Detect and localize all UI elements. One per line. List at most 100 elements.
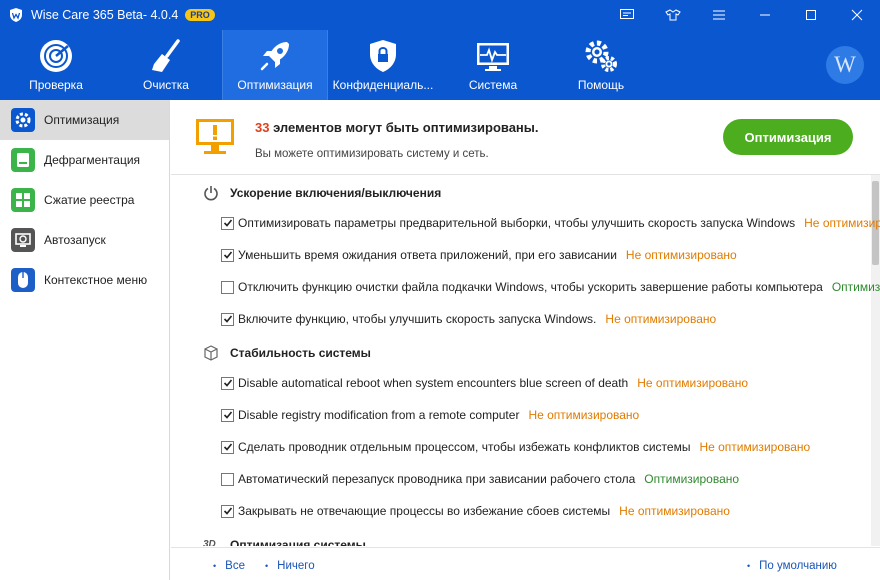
startup-icon <box>11 228 35 252</box>
option-status: Не оптимизировано <box>528 408 640 422</box>
sidebar-item-defrag[interactable]: Дефрагментация <box>0 140 169 180</box>
option-label: Оптимизировать параметры предварительной… <box>238 216 796 230</box>
sidebar-item-label: Оптимизация <box>44 113 120 127</box>
feedback-icon[interactable] <box>604 0 650 30</box>
option-row[interactable]: Включите функцию, чтобы улучшить скорост… <box>221 312 716 326</box>
gears-icon <box>582 37 620 75</box>
section-title: Оптимизация системы <box>230 538 366 546</box>
checkbox-checked[interactable] <box>221 408 234 422</box>
section-title: Ускорение включения/выключения <box>230 186 442 200</box>
pro-badge: PRO <box>185 9 215 21</box>
shield-icon <box>364 37 402 75</box>
nav-check[interactable]: Проверка <box>3 30 109 100</box>
option-label: Отключить функцию очистки файла подкачки… <box>238 280 823 294</box>
cube-icon <box>203 345 219 361</box>
select-all-link[interactable]: • Все <box>213 560 245 572</box>
nav-label: Система <box>468 78 518 92</box>
section-title: Стабильность системы <box>230 346 371 360</box>
option-label: Автоматический перезапуск проводника при… <box>238 472 636 486</box>
checkbox-checked[interactable] <box>221 440 234 454</box>
optimize-button[interactable]: Оптимизация <box>723 119 853 155</box>
sidebar-item-optimization[interactable]: Оптимизация <box>0 100 169 140</box>
nav-privacy[interactable]: Конфиденциаль... <box>330 30 436 100</box>
option-status: Не оптимизировано <box>637 376 748 390</box>
checkbox-checked[interactable] <box>221 504 234 518</box>
option-status: Не оптимизировано <box>804 216 880 230</box>
main-content: 33 элементов могут быть оптимизированы. … <box>171 100 880 580</box>
menu-icon[interactable] <box>696 0 742 30</box>
warning-monitor-icon <box>196 119 234 154</box>
gear-icon <box>11 108 35 132</box>
option-row[interactable]: Автоматический перезапуск проводника при… <box>221 472 739 486</box>
option-label: Disable registry modification from a rem… <box>238 408 520 422</box>
nav-label: Конфиденциаль... <box>332 78 434 92</box>
sidebar-item-label: Сжатие реестра <box>44 193 135 207</box>
sidebar-item-label: Контекстное меню <box>44 273 148 287</box>
app-logo-icon <box>10 8 22 22</box>
option-row[interactable]: Disable registry modification from a rem… <box>221 408 639 422</box>
sidebar: Оптимизация Дефрагментация Сжатие реестр… <box>0 100 170 580</box>
registry-icon <box>11 188 35 212</box>
sidebar-item-startup[interactable]: Автозапуск <box>0 220 169 260</box>
nav-cleaner[interactable]: Очистка <box>113 30 219 100</box>
nav-label: Проверка <box>29 78 83 92</box>
sidebar-item-registry[interactable]: Сжатие реестра <box>0 180 169 220</box>
select-all-label: Все <box>225 560 245 572</box>
optimization-list: Ускорение включения/выключения Оптимизиро… <box>171 174 880 546</box>
summary-header: 33 элементов могут быть оптимизированы. … <box>171 100 880 174</box>
checkbox-unchecked[interactable] <box>221 472 234 486</box>
option-status: Не оптимизировано <box>619 504 730 518</box>
subline: Вы можете оптимизировать систему и сеть. <box>255 148 489 160</box>
scrollbar[interactable] <box>871 175 880 546</box>
maximize-icon[interactable] <box>788 0 834 30</box>
sidebar-item-label: Автозапуск <box>44 233 106 247</box>
minimize-icon[interactable] <box>742 0 788 30</box>
nav-label: Помощь <box>577 78 625 92</box>
close-icon[interactable] <box>834 0 880 30</box>
3d-icon: 3D <box>203 537 219 546</box>
disk-icon <box>11 148 35 172</box>
mouse-icon <box>11 268 35 292</box>
default-label: По умолчанию <box>759 560 837 572</box>
title-bar: Wise Care 365 Beta- 4.0.4 PRO <box>0 0 880 30</box>
issue-count: 33 <box>255 120 270 135</box>
checkbox-unchecked[interactable] <box>221 280 234 294</box>
option-row[interactable]: Закрывать не отвечающие процессы во избе… <box>221 504 730 518</box>
option-row[interactable]: Отключить функцию очистки файла подкачки… <box>221 280 880 294</box>
option-status: Не оптимизировано <box>625 248 737 262</box>
select-none-link[interactable]: • Ничего <box>265 560 315 572</box>
option-row[interactable]: Уменьшить время ожидания ответа приложен… <box>221 248 737 262</box>
power-icon <box>203 185 219 201</box>
nav-label: Оптимизация <box>237 78 313 92</box>
option-label: Disable automatical reboot when system e… <box>238 376 629 390</box>
option-status: Не оптимизировано <box>699 440 811 454</box>
broom-icon <box>147 37 185 75</box>
skin-icon[interactable] <box>650 0 696 30</box>
checkbox-checked[interactable] <box>221 216 234 230</box>
nav-label: Очистка <box>143 78 189 92</box>
top-navigation: Проверка Очистка Оптимизация Конфиденциа… <box>0 30 880 100</box>
option-status: Оптимизиро... <box>831 280 880 294</box>
option-status: Оптимизировано <box>644 472 740 486</box>
headline-text: элементов могут быть оптимизированы. <box>269 120 539 135</box>
monitor-pulse-icon <box>474 37 512 75</box>
nav-optimizer[interactable]: Оптимизация <box>222 30 328 100</box>
footer: • Все • Ничего • По умолчанию <box>171 547 880 580</box>
checkbox-checked[interactable] <box>221 376 234 390</box>
sidebar-item-context-menu[interactable]: Контекстное меню <box>0 260 169 300</box>
radar-icon <box>37 37 75 75</box>
option-row[interactable]: Disable automatical reboot when system e… <box>221 376 748 390</box>
select-none-label: Ничего <box>277 560 315 572</box>
option-row[interactable]: Оптимизировать параметры предварительной… <box>221 216 880 230</box>
headline: 33 элементов могут быть оптимизированы. <box>255 120 539 135</box>
svg-text:3D: 3D <box>203 539 216 546</box>
user-avatar[interactable]: W <box>826 46 864 84</box>
option-label: Закрывать не отвечающие процессы во избе… <box>238 504 611 518</box>
checkbox-checked[interactable] <box>221 312 234 326</box>
checkbox-checked[interactable] <box>221 248 234 262</box>
nav-help[interactable]: Помощь <box>548 30 654 100</box>
default-link[interactable]: • По умолчанию <box>747 560 837 572</box>
option-label: Сделать проводник отдельным процессом, ч… <box>238 440 691 454</box>
option-row[interactable]: Сделать проводник отдельным процессом, ч… <box>221 440 810 454</box>
nav-system[interactable]: Система <box>440 30 546 100</box>
